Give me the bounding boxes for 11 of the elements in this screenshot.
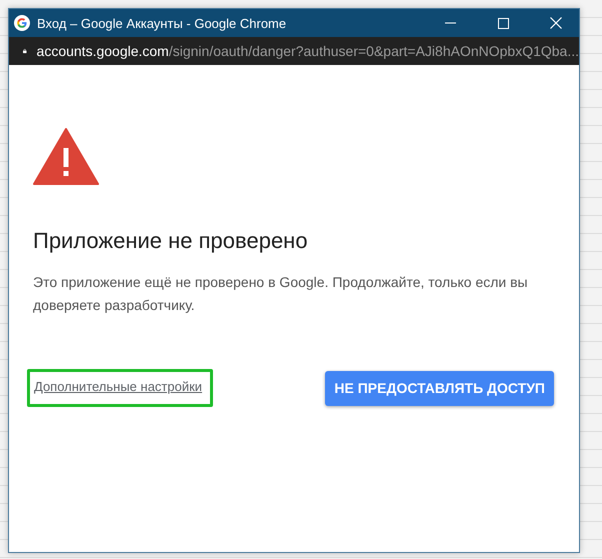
minimize-icon bbox=[444, 22, 456, 24]
close-icon bbox=[550, 17, 562, 29]
maximize-icon bbox=[498, 18, 508, 28]
advanced-settings-link[interactable]: Дополнительные настройки bbox=[34, 379, 202, 394]
google-logo-icon bbox=[14, 15, 30, 31]
warning-message: Это приложение ещё не проверено в Google. Продолжайте, только если вы доверяете разработчику. bbox=[33, 273, 529, 315]
warning-heading: Приложение не проверено bbox=[33, 228, 309, 254]
page-url: accounts.google.com/signin/oauth/danger?authuser=0&part=AJi8hAOnNOpbxQ1Qba... bbox=[36, 43, 579, 59]
window-title: Вход – Google Аккаунты - Google Chrome bbox=[37, 16, 288, 30]
deny-access-button[interactable]: НЕ ПРЕДОСТАВЛЯТЬ ДОСТУП bbox=[325, 370, 554, 406]
warning-icon bbox=[33, 127, 99, 185]
